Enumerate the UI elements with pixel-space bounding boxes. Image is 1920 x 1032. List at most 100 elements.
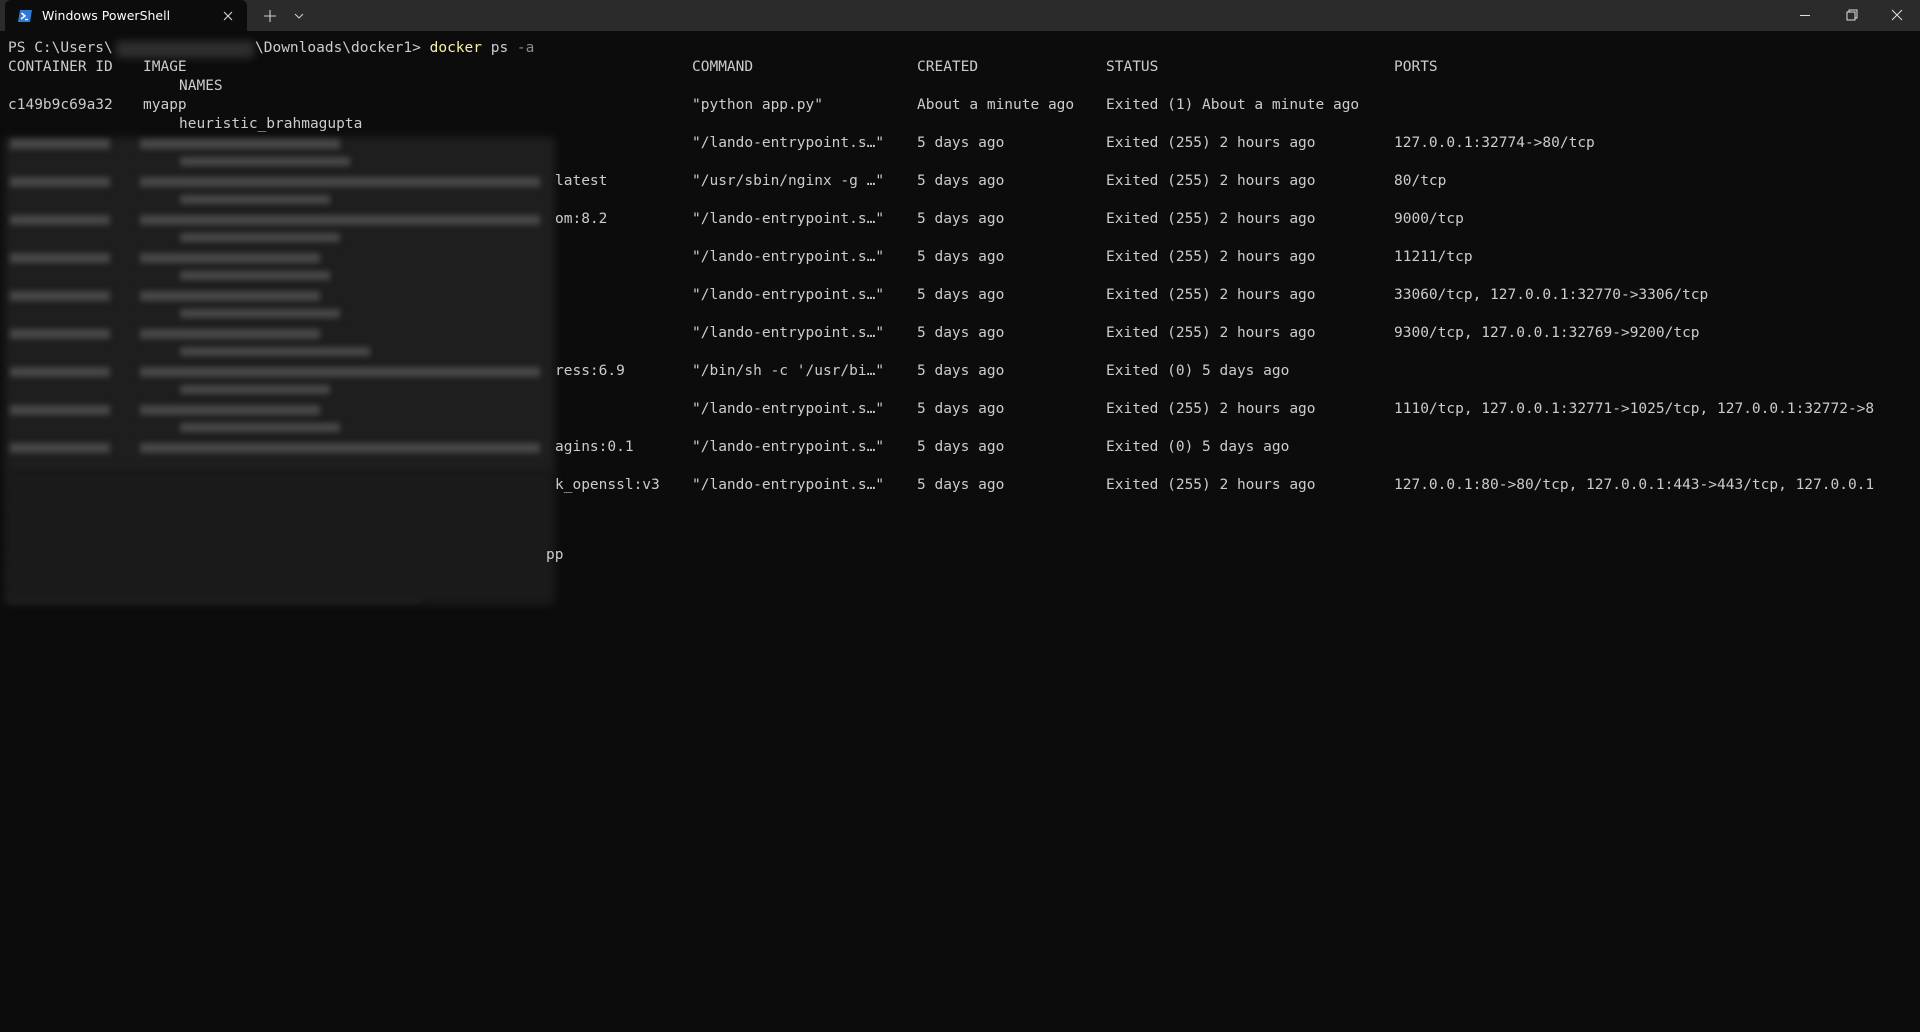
row-status: Exited (255) 2 hours ago [1106,211,1316,227]
row-ports: 9300/tcp, 127.0.0.1:32769->9200/tcp [1394,325,1700,341]
row-created: 5 days ago [917,135,1005,151]
row-created: 5 days ago [917,249,1005,265]
row-created: About a minute ago [917,97,1075,113]
redacted-name [180,309,340,318]
row-created: 5 days ago [917,477,1005,493]
redacted-block-lower [4,471,555,605]
row-command: "/lando-entrypoint.s…" [692,325,885,341]
row-image-tail: ress:6.9 [555,363,625,379]
row-command: "/bin/sh -c '/usr/bi…" [692,363,885,379]
row-status: Exited (255) 2 hours ago [1106,135,1316,151]
row-command: "/lando-entrypoint.s…" [692,135,885,151]
prompt-prefix: PS C:\Users\ [8,40,113,56]
redacted-container-id [10,443,110,453]
redacted-container-id [10,291,110,301]
row-image-tail: om:8.2 [555,211,608,227]
tab-windows-powershell[interactable]: Windows PowerShell [5,0,247,31]
redacted-name [180,423,340,432]
redacted-image [140,177,540,187]
row-created: 5 days ago [917,363,1005,379]
header-image: IMAGE [143,59,187,75]
row-status: Exited (255) 2 hours ago [1106,325,1316,341]
row-status: Exited (1) About a minute ago [1106,97,1360,113]
redacted-container-id [10,253,110,263]
row-status: Exited (0) 5 days ago [1106,363,1290,379]
redacted-container-id [10,367,110,377]
redacted-name [180,157,350,166]
redacted-container-id [10,215,110,225]
row-image-tail: agins:0.1 [555,439,634,455]
row-container-id: c149b9c69a32 [8,97,113,113]
row-ports: 127.0.0.1:80->80/tcp, 127.0.0.1:443->443… [1394,477,1875,493]
terminal-output[interactable]: PS C:\Users\ \Downloads\docker1> docker … [0,31,1920,1032]
header-command: COMMAND [692,59,754,75]
row-created: 5 days ago [917,439,1005,455]
title-bar: Windows PowerShell [0,0,1920,31]
redacted-image [140,443,540,453]
close-icon[interactable] [218,6,238,26]
redacted-image [140,405,320,415]
row-status: Exited (255) 2 hours ago [1106,173,1316,189]
tab-title: Windows PowerShell [42,8,171,23]
row-image-tail: latest [555,173,608,189]
redacted-name [180,385,330,394]
redacted-container-id [10,405,110,415]
redacted-name [180,233,340,242]
row-created: 5 days ago [917,325,1005,341]
minimize-icon[interactable] [1782,0,1828,31]
row-status: Exited (255) 2 hours ago [1106,401,1316,417]
redacted-image [140,139,340,149]
redacted-image [140,367,540,377]
row-command: "/lando-entrypoint.s…" [692,249,885,265]
header-ports: PORTS [1394,59,1438,75]
row-status: Exited (255) 2 hours ago [1106,287,1316,303]
command-name: docker [429,40,482,56]
plus-icon[interactable] [259,5,281,27]
redacted-image [140,329,320,339]
row-created: 5 days ago [917,287,1005,303]
row-ports: 80/tcp [1394,173,1447,189]
row-command: "/lando-entrypoint.s…" [692,287,885,303]
redacted-image [140,215,540,225]
row-ports: 33060/tcp, 127.0.0.1:32770->3306/tcp [1394,287,1709,303]
row-command: "python app.py" [692,97,823,113]
row-ports: 1110/tcp, 127.0.0.1:32771->1025/tcp, 127… [1394,401,1875,417]
row-created: 5 days ago [917,211,1005,227]
redacted-image [140,253,320,263]
redacted-name [180,347,370,356]
trailing-text: pp [546,547,564,563]
row-command: "/lando-entrypoint.s…" [692,439,885,455]
prompt-command-line: \Downloads\docker1> docker ps -a [255,39,534,58]
redacted-image [140,291,320,301]
row-command: "/lando-entrypoint.s…" [692,477,885,493]
header-container-id: CONTAINER ID [8,59,113,75]
row-status: Exited (255) 2 hours ago [1106,249,1316,265]
redacted-username [116,41,254,58]
header-status: STATUS [1106,59,1159,75]
prompt-suffix: \Downloads\docker1> [255,40,430,56]
row-status: Exited (0) 5 days ago [1106,439,1290,455]
prompt-line: PS C:\Users\ [8,39,113,58]
redacted-container-id [10,329,110,339]
row-image: myapp [143,97,187,113]
row-created: 5 days ago [917,401,1005,417]
row-command: "/usr/sbin/nginx -g …" [692,173,885,189]
close-icon[interactable] [1874,0,1920,31]
row-image-tail: k_openssl:v3 [555,477,660,493]
redacted-name [180,195,330,204]
row-created: 5 days ago [917,173,1005,189]
command-args: ps [482,40,517,56]
row-ports: 11211/tcp [1394,249,1473,265]
row-name: heuristic_brahmagupta [179,116,363,132]
redacted-name [180,271,330,280]
row-status: Exited (255) 2 hours ago [1106,477,1316,493]
restore-icon[interactable] [1828,0,1874,31]
row-command: "/lando-entrypoint.s…" [692,211,885,227]
command-flag: -a [516,40,535,56]
powershell-icon [17,8,33,22]
header-created: CREATED [917,59,979,75]
chevron-down-icon[interactable] [288,5,310,27]
header-names: NAMES [179,78,223,94]
row-ports: 127.0.0.1:32774->80/tcp [1394,135,1595,151]
redacted-container-id [10,139,110,149]
